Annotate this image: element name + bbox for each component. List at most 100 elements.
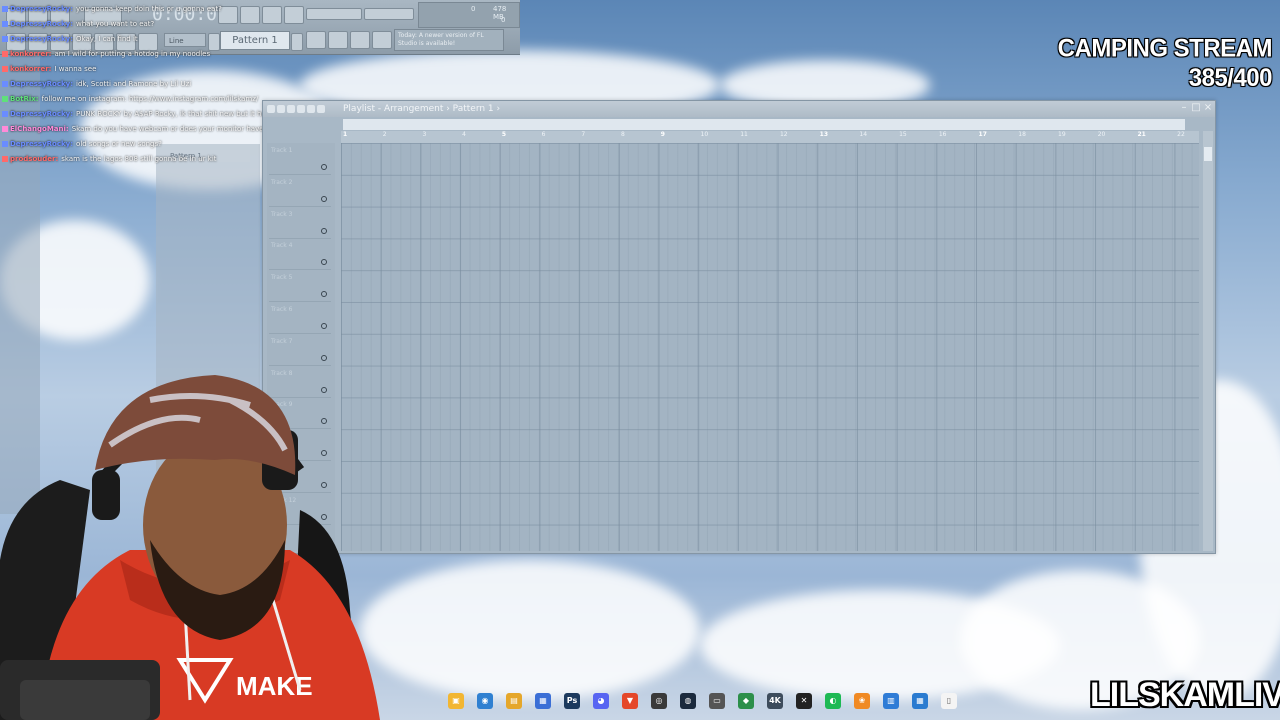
chat-text: follow me on instagram: https://www.inst… xyxy=(41,95,259,103)
track-header[interactable]: Track 2 xyxy=(269,175,331,207)
chat-badge-icon xyxy=(2,21,8,27)
spotify-icon[interactable]: ◐ xyxy=(825,693,841,709)
streamer-illustration: MAKE xyxy=(0,375,380,720)
track-name: Track 7 xyxy=(271,337,293,345)
online-button[interactable] xyxy=(372,31,392,49)
chat-message: ElChangoMani: Skam do you have webcam or … xyxy=(2,122,305,137)
chat-text: I wanna see xyxy=(54,65,97,73)
capcut-icon[interactable]: ✕ xyxy=(796,693,812,709)
track-mute-icon[interactable] xyxy=(321,164,327,170)
chat-message: konkorrer: I wanna see xyxy=(2,62,302,77)
polyphony-value: 0 xyxy=(501,16,506,24)
vertical-scrollbar[interactable] xyxy=(1203,131,1213,551)
track-name: Track 2 xyxy=(271,178,293,186)
chat-username[interactable]: konkorrer: xyxy=(10,65,51,73)
track-mute-icon[interactable] xyxy=(321,195,327,202)
track-name: Track 3 xyxy=(271,210,293,218)
ruler-bar-number: 15 xyxy=(899,131,907,138)
ruler-bar-number: 17 xyxy=(978,131,987,138)
chat-text: you gonna keep doin this or u gonna eat? xyxy=(76,5,222,13)
chat-badge-icon xyxy=(2,81,8,87)
track-header[interactable]: Track 3 xyxy=(269,207,331,239)
chat-username[interactable]: DepressyRocky: xyxy=(10,140,73,148)
track-mute-icon[interactable] xyxy=(321,291,327,298)
chat-username[interactable]: DepressyRocky: xyxy=(10,110,73,118)
chat-message: BotRix: follow me on instagram: https://w… xyxy=(2,92,302,107)
delete-tool-icon[interactable] xyxy=(287,105,295,113)
track-header[interactable]: Track 4 xyxy=(269,238,331,271)
chat-username[interactable]: DepressyRocky: xyxy=(10,80,73,88)
chat-badge-icon xyxy=(2,96,8,102)
horizontal-scrollbar[interactable] xyxy=(343,119,1185,130)
4k-icon[interactable]: 4K xyxy=(767,693,783,709)
file-explorer-icon[interactable]: ▣ xyxy=(448,693,464,709)
mute-button[interactable] xyxy=(328,31,348,49)
calendar-icon[interactable]: ▦ xyxy=(912,693,928,709)
ruler-bar-number: 22 xyxy=(1177,131,1185,138)
chat-message: DepressyRocky: old songs or new songs? xyxy=(2,137,302,152)
folder-icon[interactable]: ▤ xyxy=(506,693,522,709)
track-mute-icon[interactable] xyxy=(321,323,327,329)
master-volume-slider[interactable] xyxy=(306,8,362,20)
layers-icon[interactable]: ◆ xyxy=(738,693,754,709)
slip-tool-icon[interactable] xyxy=(307,105,315,113)
ruler-bar-number: 8 xyxy=(621,131,625,138)
ruler-bar-number: 5 xyxy=(501,131,507,138)
ruler-bar-number: 18 xyxy=(1018,131,1026,138)
photoshop-icon[interactable]: Ps xyxy=(564,693,580,709)
track-mute-icon[interactable] xyxy=(321,259,327,266)
playlist-title-bar[interactable]: Playlist - Arrangement › Pattern 1 › – □… xyxy=(263,101,1215,117)
chat-username[interactable]: BotRix: xyxy=(10,95,39,103)
brave-icon[interactable]: ▼ xyxy=(622,693,638,709)
ruler-bar-number: 2 xyxy=(382,131,387,138)
keyboard-icon[interactable]: ▭ xyxy=(709,693,725,709)
arrangement-grid[interactable] xyxy=(341,143,1199,551)
chat-username[interactable]: DepressyRocky: xyxy=(10,20,73,28)
maximize-icon[interactable]: □ xyxy=(1191,103,1201,113)
ruler-bar-number: 1 xyxy=(343,131,348,138)
chat-badge-icon xyxy=(2,141,8,147)
pitch-slider[interactable] xyxy=(364,8,414,20)
mute-tool-icon[interactable] xyxy=(297,105,305,113)
snap-button[interactable] xyxy=(306,31,326,49)
draw-tool-icon[interactable] xyxy=(267,105,275,113)
ruler-bar-number: 4 xyxy=(462,131,466,138)
track-name: Track 1 xyxy=(271,147,293,154)
webcam-feed: MAKE xyxy=(0,360,450,720)
document-icon[interactable]: ▯ xyxy=(941,693,957,709)
news-panel[interactable]: Today: A newer version of FL Studio is a… xyxy=(394,29,504,51)
track-mute-icon[interactable] xyxy=(321,227,327,234)
fl-studio-icon[interactable]: ❀ xyxy=(854,693,870,709)
close-icon[interactable]: × xyxy=(1203,103,1213,113)
chrome-icon[interactable]: ◉ xyxy=(477,693,493,709)
chat-username[interactable]: prodsouder: xyxy=(10,155,58,163)
chat-username[interactable]: konkorrer: xyxy=(10,50,51,58)
discord-icon[interactable]: ◕ xyxy=(593,693,609,709)
chat-username[interactable]: ElChangoMani: xyxy=(10,125,69,133)
ruler-bar-number: 21 xyxy=(1137,131,1146,138)
chat-overlay: DepressyRocky: you gonna keep doin this o… xyxy=(2,2,305,167)
track-name: Track 6 xyxy=(271,306,293,313)
chat-badge-icon xyxy=(2,156,8,162)
playlist-title: Playlist - Arrangement › Pattern 1 › xyxy=(343,104,501,114)
chat-text: idk, Scotti and Ramone by Lil Uzi xyxy=(76,80,192,88)
track-header[interactable]: Track 6 xyxy=(269,302,331,334)
track-header[interactable]: Track 5 xyxy=(269,270,331,303)
chat-username[interactable]: DepressyRocky: xyxy=(10,35,73,43)
obs-icon[interactable]: ◎ xyxy=(651,693,667,709)
minimize-icon[interactable]: – xyxy=(1179,103,1189,113)
zoom-tool-icon[interactable] xyxy=(317,105,325,113)
store-icon[interactable]: ▦ xyxy=(535,693,551,709)
chat-username[interactable]: DepressyRocky: xyxy=(10,5,73,13)
steam-icon[interactable]: ◍ xyxy=(680,693,696,709)
timeline-ruler[interactable]: 1 2 3 4 5 6 7 8 9 10 11 12 13 14 15 16 17 18 19 20 21 22 xyxy=(341,131,1199,143)
ruler-bar-number: 19 xyxy=(1058,131,1066,138)
track-header[interactable]: Track 1 xyxy=(269,143,331,175)
notepad-icon[interactable]: ▥ xyxy=(883,693,899,709)
all-button[interactable] xyxy=(350,31,370,49)
paint-tool-icon[interactable] xyxy=(277,105,285,113)
chat-message: DepressyRocky: what you want to eat? xyxy=(2,17,302,32)
ruler-bar-number: 7 xyxy=(581,131,586,138)
scrollbar-thumb[interactable] xyxy=(1204,147,1212,161)
ruler-bar-number: 9 xyxy=(660,131,665,138)
